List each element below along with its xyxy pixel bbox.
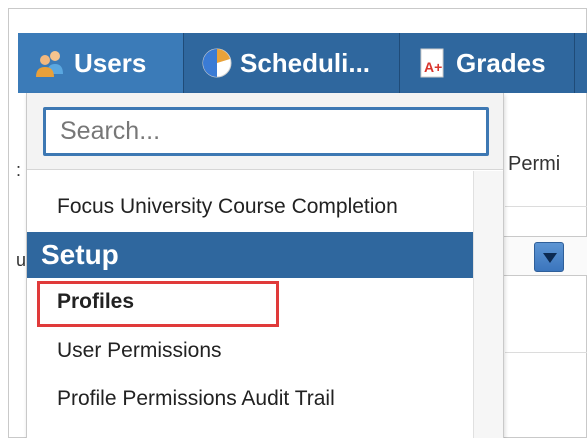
search-container — [27, 93, 503, 170]
section-header-setup: Setup — [27, 232, 473, 278]
menu-item-profiles[interactable]: Profiles — [27, 290, 472, 314]
search-input[interactable] — [43, 107, 489, 156]
scheduling-icon — [200, 46, 234, 80]
main-nav: Users Scheduli... A+ Grades — [18, 33, 587, 93]
menu-item-user-permissions[interactable]: User Permissions — [27, 339, 472, 363]
background-fragment: : — [16, 160, 22, 180]
tab-label: Users — [74, 47, 147, 78]
tab-grades[interactable]: A+ Grades — [400, 33, 575, 93]
dropdown-arrow-icon[interactable] — [534, 242, 564, 272]
tab-label: Scheduli... — [240, 47, 371, 78]
tab-scheduling[interactable]: Scheduli... — [184, 33, 400, 93]
svg-text:A+: A+ — [424, 59, 442, 75]
users-icon — [34, 46, 68, 80]
menu-scrollbar[interactable] — [473, 171, 503, 438]
background-column-header: Permi — [508, 153, 561, 175]
grades-icon: A+ — [416, 46, 450, 80]
background-divider — [505, 206, 587, 207]
background-divider — [505, 352, 587, 353]
tab-label: Grades — [456, 47, 546, 78]
menu-item-focus-university[interactable]: Focus University Course Completion — [27, 195, 472, 219]
background-select[interactable] — [500, 236, 587, 276]
background-fragment: u — [16, 250, 27, 270]
tab-users[interactable]: Users — [18, 33, 184, 93]
menu-item-profile-permissions-audit-trail[interactable]: Profile Permissions Audit Trail — [27, 387, 472, 411]
users-dropdown-menu: Focus University Course Completion Setup… — [26, 93, 504, 438]
